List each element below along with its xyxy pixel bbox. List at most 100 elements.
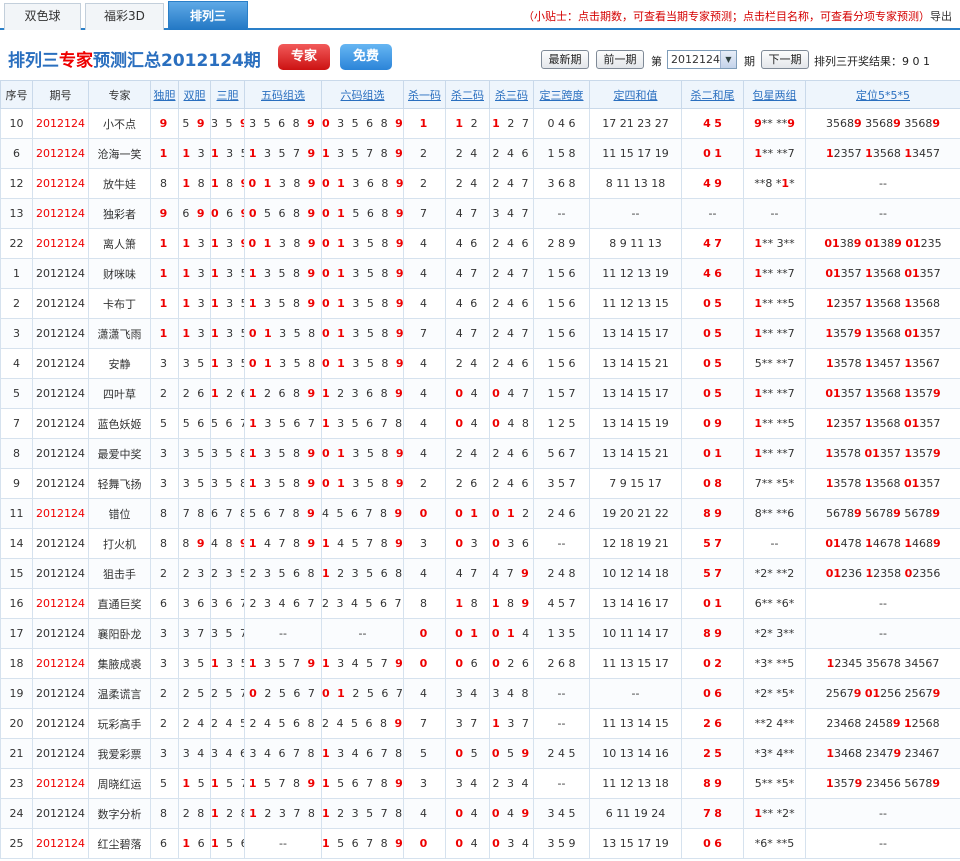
cell-2[interactable]: 独彩者 [88,198,151,229]
cell-2[interactable]: 蓝色妖姬 [88,408,151,439]
cell-2[interactable]: 沧海一笑 [88,138,151,169]
cell-1[interactable]: 2012124 [32,168,89,199]
cell-1[interactable]: 2012124 [32,618,89,649]
period-select[interactable]: 2012124 ▼ [667,50,737,69]
cell-1[interactable]: 2012124 [32,198,89,229]
cell-1[interactable]: 2012124 [32,768,89,799]
column-header-13[interactable]: 杀二和尾 [681,80,744,109]
cell-char: * [767,627,773,640]
cell-1[interactable]: 2012124 [32,708,89,739]
cell-10: 2 4 7 [489,168,534,199]
column-header-9[interactable]: 杀二码 [445,80,490,109]
cell-2[interactable]: 玩彩高手 [88,708,151,739]
cell-2[interactable]: 放牛娃 [88,168,151,199]
cell-1[interactable]: 2012124 [32,408,89,439]
cell-2[interactable]: 我爱彩票 [88,738,151,769]
cell-1[interactable]: 2012124 [32,318,89,349]
export-link[interactable]: 导出 [930,10,952,23]
cell-2[interactable]: 直通巨奖 [88,588,151,619]
cell-1[interactable]: 2012124 [32,738,89,769]
cell-1[interactable]: 2012124 [32,378,89,409]
cell-1[interactable]: 2012124 [32,678,89,709]
cell-2[interactable]: 小不点 [88,108,151,139]
cell-2[interactable]: 安静 [88,348,151,379]
cell-char: 3 [848,567,855,580]
column-header-15[interactable]: 定位5*5*5 [805,80,960,109]
cell-char: 9 [932,507,940,520]
cell-char: 8 [380,507,389,520]
cell-1[interactable]: 2012124 [32,288,89,319]
cell-2[interactable]: 打火机 [88,528,151,559]
latest-period-button[interactable]: 最新期 [541,50,589,69]
column-header-7[interactable]: 六码组选 [321,80,404,109]
cell-2[interactable]: 周晓红运 [88,768,151,799]
cell-9: 4 7 [445,558,490,589]
column-header-14[interactable]: 包星两组 [743,80,806,109]
cell-1[interactable]: 2012124 [32,648,89,679]
column-header-11[interactable]: 定三跨度 [533,80,590,109]
column-header-3[interactable]: 独胆 [150,80,179,109]
cell-char: 2 [337,567,347,580]
cell-1[interactable]: 2012124 [32,468,89,499]
cell-2[interactable]: 错位 [88,498,151,529]
column-header-5[interactable]: 三胆 [210,80,245,109]
cell-1[interactable]: 2012124 [32,108,89,139]
cell-2[interactable]: 数字分析 [88,798,151,829]
cell-15: 13579 23456 56789 [805,768,960,799]
cell-2[interactable]: 四叶草 [88,378,151,409]
cell-char: 4 [470,807,480,820]
tab-fucai3d[interactable]: 福彩3D [85,3,164,30]
cell-char: 1 [865,327,873,340]
cell-1[interactable]: 2012124 [32,438,89,469]
cell-1[interactable]: 2012124 [32,348,89,379]
cell-char: 4 [507,807,516,820]
cell-1[interactable]: 2012124 [32,138,89,169]
cell-7: 2 3 4 5 6 7 [321,588,404,619]
expert-button[interactable]: 专家 [278,44,330,70]
cell-2[interactable]: 潇潇飞雨 [88,318,151,349]
free-button[interactable]: 免费 [340,44,392,70]
tab-shuangseqiu[interactable]: 双色球 [4,3,81,30]
cell-2[interactable]: 襄阳卧龙 [88,618,151,649]
cell-char: 9 [932,687,941,700]
cell-char: 1 [159,297,170,310]
cell-1[interactable]: 2012124 [32,558,89,589]
cell-2[interactable]: 离人箫 [88,228,151,259]
cell-0: 20 [0,708,33,739]
cell-char: 0 [492,657,502,670]
cell-9: 0 4 [445,378,490,409]
cell-5: 2 5 7 [210,678,245,709]
cell-1[interactable]: 2012124 [32,258,89,289]
cell-1[interactable]: 2012124 [32,798,89,829]
column-header-10[interactable]: 杀三码 [489,80,534,109]
cell-1[interactable]: 2012124 [32,498,89,529]
next-period-button[interactable]: 下一期 [761,50,809,69]
cell-2[interactable]: 温柔谎言 [88,678,151,709]
cell-3: 8 [150,168,179,199]
cell-2[interactable]: 卡布丁 [88,288,151,319]
prev-period-button[interactable]: 前一期 [596,50,644,69]
cell-2[interactable]: 财咪味 [88,258,151,289]
cell-0: 14 [0,528,33,559]
cell-4: 3 5 [178,648,211,679]
tab-pailie3[interactable]: 排列三 [168,1,248,30]
cell-2[interactable]: 集腋成裘 [88,648,151,679]
cell-10: 4 7 9 [489,558,534,589]
cell-char: 6 [839,687,847,700]
cell-1[interactable]: 2012124 [32,528,89,559]
cell-2[interactable]: 狙击手 [88,558,151,589]
cell-char: 6 [293,567,302,580]
column-header-4[interactable]: 双胆 [178,80,211,109]
cell-2[interactable]: 红尘碧落 [88,828,151,859]
cell-2[interactable]: 最爱中奖 [88,438,151,469]
column-header-12[interactable]: 定四和值 [589,80,682,109]
cell-1[interactable]: 2012124 [32,228,89,259]
column-header-6[interactable]: 五码组选 [244,80,322,109]
cell-char: 0 [322,267,332,280]
cell-char: 9 [714,417,722,430]
cell-char: 1 [337,267,347,280]
cell-1[interactable]: 2012124 [32,588,89,619]
cell-2[interactable]: 轻舞飞扬 [88,468,151,499]
cell-1[interactable]: 2012124 [32,828,89,859]
column-header-8[interactable]: 杀一码 [403,80,446,109]
